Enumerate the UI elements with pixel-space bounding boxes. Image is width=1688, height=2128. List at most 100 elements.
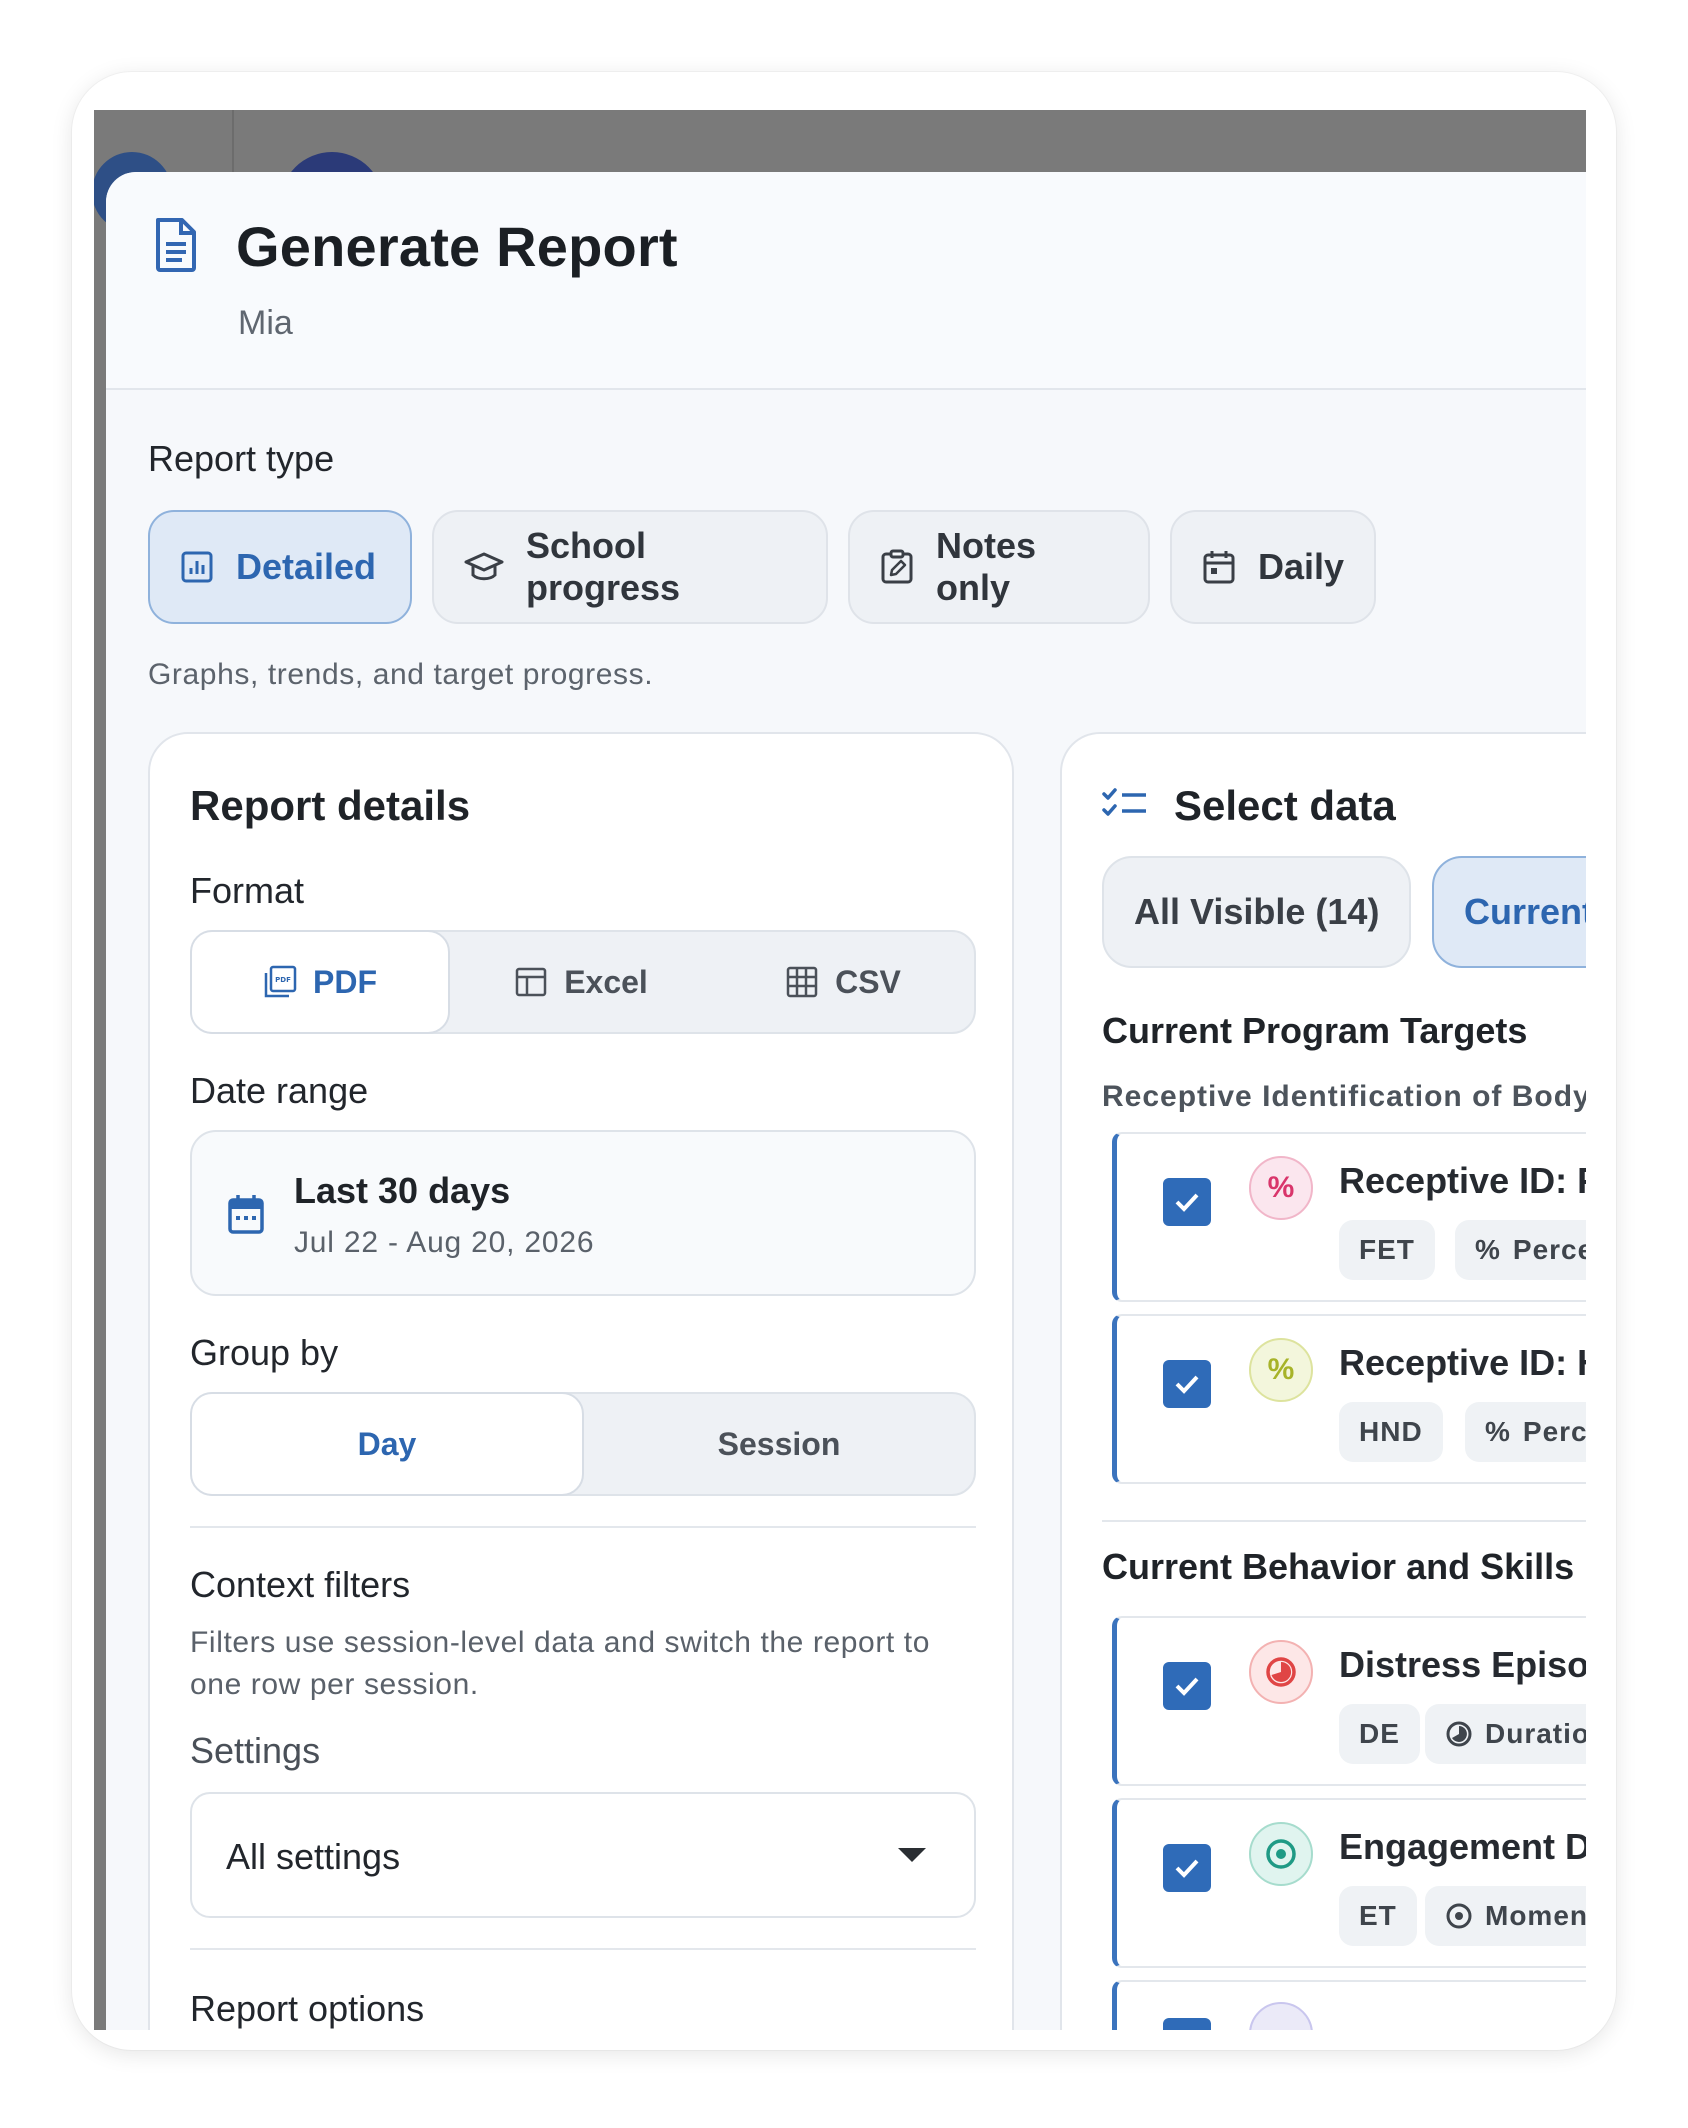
percent-icon: % xyxy=(1485,1416,1511,1447)
pdf-icon: PDF xyxy=(264,965,297,998)
report-type-label: Report type xyxy=(148,438,335,479)
report-type-daily[interactable]: Daily xyxy=(1170,510,1376,624)
check-icon xyxy=(1175,1859,1199,1878)
filter-all-visible[interactable]: All Visible (14) xyxy=(1102,856,1412,968)
format-csv[interactable]: CSV xyxy=(712,932,974,1032)
format-excel[interactable]: Excel xyxy=(450,932,712,1032)
program-targets-title: Current Program Targets xyxy=(1102,1010,1528,1051)
report-details-card: Report details Format PDF PDF Excel CSV … xyxy=(148,732,1014,2030)
date-range-label: Date range xyxy=(190,1070,369,1111)
calendar-icon xyxy=(228,1195,264,1234)
date-range-dates: Jul 22 - Aug 20, 2026 xyxy=(294,1226,595,1259)
report-type-hint: Graphs, trends, and target progress. xyxy=(148,658,654,691)
format-pdf[interactable]: PDF PDF xyxy=(190,930,450,1034)
generate-report-dialog: Generate Report Mia Report type Detailed… xyxy=(106,172,1586,2030)
behavior-item[interactable] xyxy=(1112,1980,1586,2030)
divider xyxy=(1102,1520,1586,1522)
report-type-daily-label: Daily xyxy=(1258,546,1345,587)
clipboard-edit-icon xyxy=(881,549,913,584)
settings-select[interactable]: All settings xyxy=(190,1792,976,1918)
target-name: Receptive ID: F xyxy=(1339,1160,1586,1201)
percent-icon: % xyxy=(1249,1156,1313,1220)
filter-current-label: Current xyxy=(1464,891,1586,932)
report-type-school-progress-label: School progress xyxy=(526,525,681,608)
format-selector: PDF PDF Excel CSV xyxy=(190,930,976,1034)
format-excel-label: Excel xyxy=(564,963,648,1000)
duration-icon xyxy=(1446,1721,1472,1747)
select-data-viewport: Select data All Visible (14) Current Cur… xyxy=(1062,734,1586,2030)
divider xyxy=(190,1948,976,1950)
report-options-label: Report options xyxy=(190,1988,425,2029)
behavior-item[interactable]: Engagement Du ET Momen xyxy=(1112,1798,1586,1968)
target-circle-icon xyxy=(1249,1822,1313,1886)
target-code-tag: FET xyxy=(1339,1220,1435,1280)
group-by-selector: Day Session xyxy=(190,1392,976,1496)
measure-tag: Momen xyxy=(1425,1886,1586,1946)
group-by-day[interactable]: Day xyxy=(190,1392,584,1496)
target-code-tag: HND xyxy=(1339,1402,1443,1462)
target-item[interactable]: % Receptive ID: H HND % Perce xyxy=(1112,1314,1586,1484)
percent-icon: % xyxy=(1475,1234,1501,1265)
date-range-value: Last 30 days xyxy=(294,1170,511,1211)
report-type-school-progress[interactable]: School progress xyxy=(432,510,828,624)
behavior-code-tag: ET xyxy=(1339,1886,1417,1946)
report-type-detailed-label: Detailed xyxy=(236,546,377,587)
context-filters-label: Context filters xyxy=(190,1564,411,1605)
dialog-subtitle: Mia xyxy=(238,304,293,342)
group-by-day-label: Day xyxy=(357,1425,417,1462)
table-icon xyxy=(515,967,547,997)
checklist-icon xyxy=(1102,788,1146,816)
format-csv-label: CSV xyxy=(835,963,901,1000)
settings-label: Settings xyxy=(190,1730,321,1771)
check-icon xyxy=(1175,1375,1199,1394)
divider xyxy=(190,1526,976,1528)
program-targets-subtitle: Receptive Identification of Body xyxy=(1102,1080,1586,1113)
behavior-checkbox[interactable] xyxy=(1163,1662,1211,1710)
type-icon xyxy=(1249,2002,1313,2030)
format-label: Format xyxy=(190,870,305,911)
chevron-down-icon xyxy=(898,1848,926,1862)
svg-text:PDF: PDF xyxy=(275,976,291,984)
filter-all-visible-label: All Visible (14) xyxy=(1134,891,1380,932)
graduation-cap-icon xyxy=(464,552,504,581)
percent-icon: % xyxy=(1249,1338,1313,1402)
target-item[interactable]: % Receptive ID: F FET % Perce xyxy=(1112,1132,1586,1302)
context-filters-description: Filters use session-level data and switc… xyxy=(190,1626,931,1701)
report-type-notes-only[interactable]: Notes only xyxy=(848,510,1150,624)
behavior-section-title: Current Behavior and Skills xyxy=(1102,1546,1575,1587)
behavior-name: Engagement Du xyxy=(1339,1826,1586,1867)
behavior-item[interactable]: Distress Episod DE Duratio xyxy=(1112,1616,1586,1786)
behavior-code-tag: DE xyxy=(1339,1704,1420,1764)
target-checkbox[interactable] xyxy=(1163,1178,1211,1226)
check-icon xyxy=(1175,1193,1199,1212)
timer-icon xyxy=(1249,1640,1313,1704)
target-checkbox[interactable] xyxy=(1163,1360,1211,1408)
select-data-title: Select data xyxy=(1174,782,1396,829)
filter-current[interactable]: Current xyxy=(1432,856,1586,968)
settings-select-value: All settings xyxy=(226,1836,401,1877)
group-by-label: Group by xyxy=(190,1332,339,1373)
report-details-title: Report details xyxy=(190,782,471,829)
measure-tag: % Perce xyxy=(1455,1220,1586,1280)
measure-tag: Duratio xyxy=(1425,1704,1586,1764)
group-by-session-label: Session xyxy=(717,1425,841,1462)
date-range-picker[interactable]: Last 30 days Jul 22 - Aug 20, 2026 xyxy=(190,1130,976,1296)
report-type-notes-only-label: Notes only xyxy=(936,525,1037,608)
measure-tag: % Perce xyxy=(1465,1402,1586,1462)
grid-icon xyxy=(786,966,818,998)
momentary-icon xyxy=(1446,1903,1472,1929)
behavior-name: Distress Episod xyxy=(1339,1644,1586,1685)
check-icon xyxy=(1175,1677,1199,1696)
dialog-title: Generate Report xyxy=(236,215,678,278)
target-name: Receptive ID: H xyxy=(1339,1342,1586,1383)
report-type-detailed[interactable]: Detailed xyxy=(148,510,412,624)
behavior-checkbox[interactable] xyxy=(1163,1844,1211,1892)
screen: Generate Report Mia Report type Detailed… xyxy=(94,110,1586,2030)
behavior-checkbox[interactable] xyxy=(1163,2018,1211,2030)
format-pdf-label: PDF xyxy=(313,963,377,1000)
calendar-icon xyxy=(1203,551,1235,584)
bar-chart-icon xyxy=(181,551,213,583)
select-data-card: Select data All Visible (14) Current Cur… xyxy=(1060,732,1586,2030)
document-icon xyxy=(156,218,196,272)
group-by-session[interactable]: Session xyxy=(584,1394,974,1494)
